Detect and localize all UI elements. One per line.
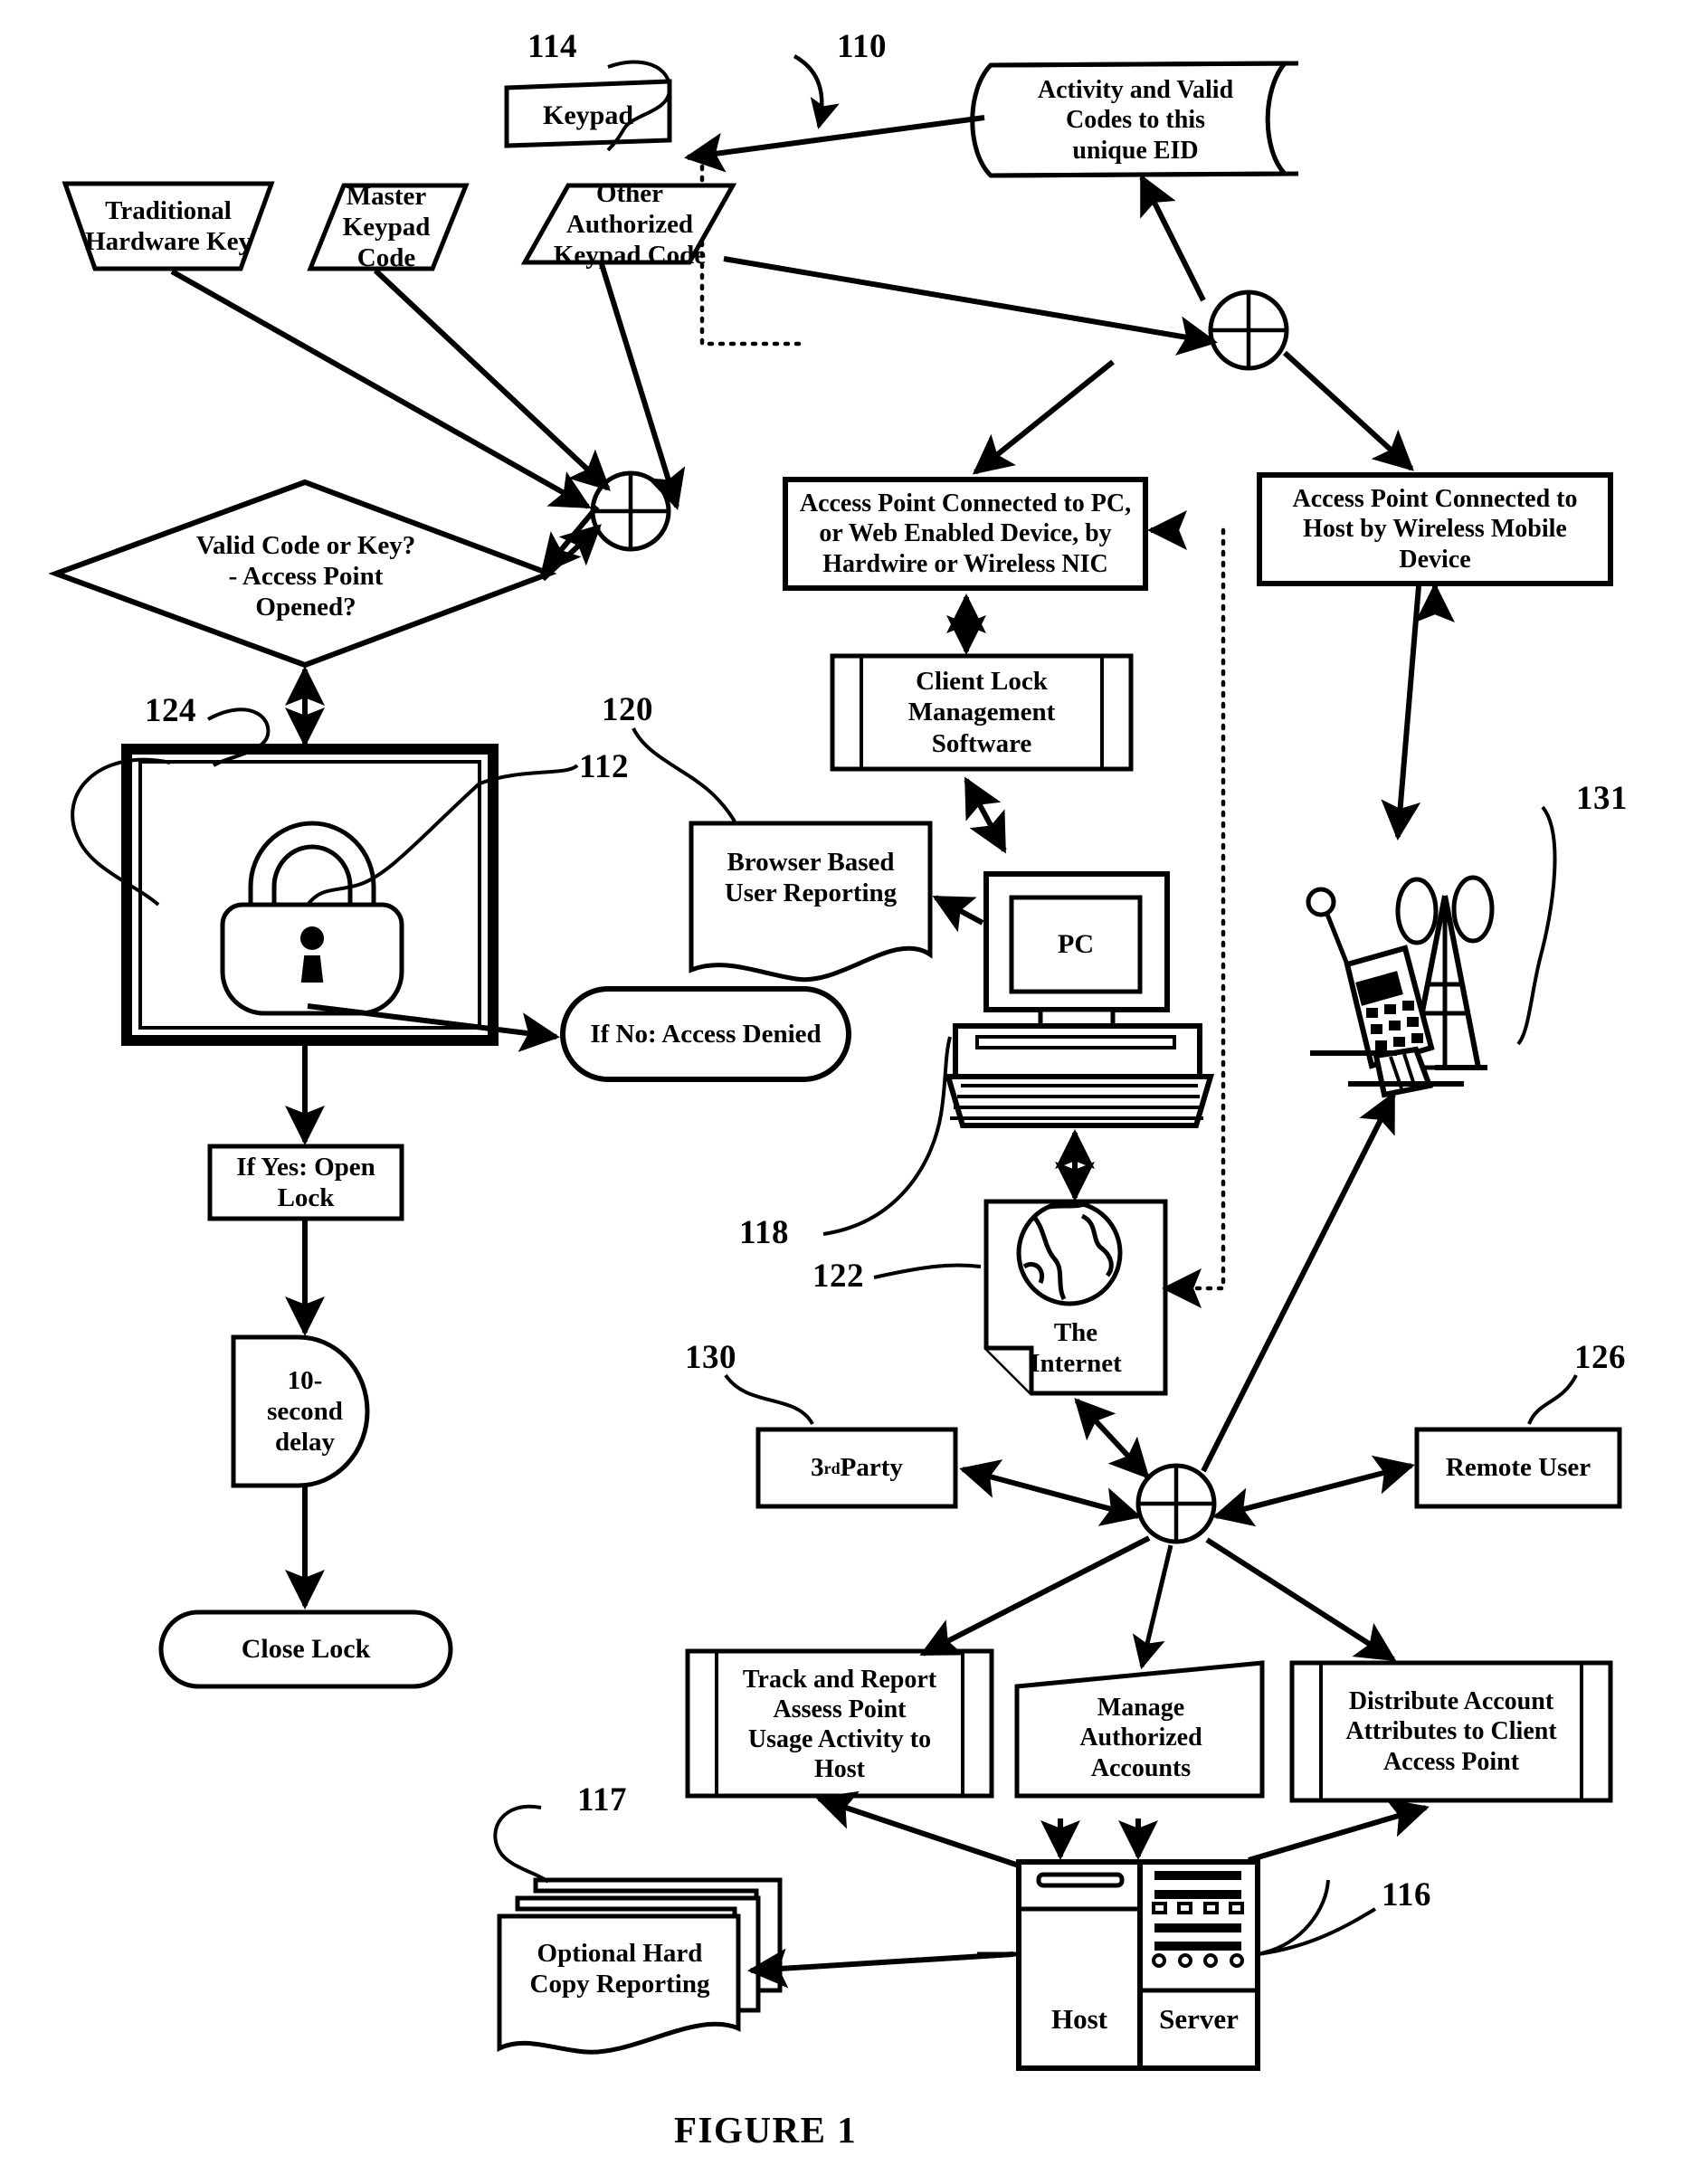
ref-112: 112 bbox=[579, 748, 629, 785]
ref-114: 114 bbox=[527, 28, 577, 65]
valid-code-decision-shape bbox=[48, 479, 557, 669]
master-keypad-code-shape bbox=[307, 183, 470, 271]
ref-131: 131 bbox=[1576, 780, 1628, 817]
activity-codes-shape bbox=[970, 61, 1290, 178]
ap-host-shape bbox=[1257, 472, 1613, 586]
remote-user-shape bbox=[1414, 1427, 1622, 1509]
third-party-shape bbox=[755, 1427, 958, 1509]
distribute-attrs-shape bbox=[1289, 1660, 1613, 1803]
ref-126: 126 bbox=[1574, 1339, 1626, 1376]
pc-icon bbox=[944, 871, 1215, 1128]
figure-caption: FIGURE 1 bbox=[674, 2109, 858, 2151]
manage-accounts-shape bbox=[1014, 1660, 1265, 1799]
ref-110: 110 bbox=[837, 28, 887, 65]
junction-circle-bottom bbox=[1135, 1463, 1217, 1544]
junction-circle-top-right bbox=[1208, 290, 1289, 371]
host-server-icon bbox=[1016, 1859, 1260, 2071]
ref-120: 120 bbox=[602, 691, 653, 728]
figure-vector-layer bbox=[48, 54, 1622, 2071]
open-lock-shape bbox=[207, 1144, 404, 1221]
ref-118: 118 bbox=[739, 1214, 789, 1251]
ref-122: 122 bbox=[812, 1258, 864, 1295]
ref-124: 124 bbox=[145, 692, 196, 729]
browser-report-shape bbox=[689, 821, 933, 983]
ref-130: 130 bbox=[685, 1339, 736, 1376]
patent-figure: Keypad Activity and Valid Codes to this … bbox=[0, 0, 1691, 2184]
other-authorized-keypad-code-shape bbox=[520, 183, 737, 265]
access-denied-shape bbox=[560, 986, 851, 1082]
client-lock-software-shape bbox=[830, 653, 1134, 772]
globe-icon bbox=[1016, 1200, 1123, 1306]
ref-117: 117 bbox=[577, 1781, 627, 1818]
track-report-shape bbox=[685, 1648, 994, 1799]
cell-tower-and-phone-icon bbox=[1306, 875, 1495, 1098]
hard-copy-reporting-shape bbox=[497, 1877, 783, 2055]
ap-pc-shape bbox=[783, 477, 1148, 591]
ref-116: 116 bbox=[1382, 1876, 1431, 1913]
close-lock-shape bbox=[158, 1610, 453, 1689]
delay-shape bbox=[231, 1334, 370, 1488]
